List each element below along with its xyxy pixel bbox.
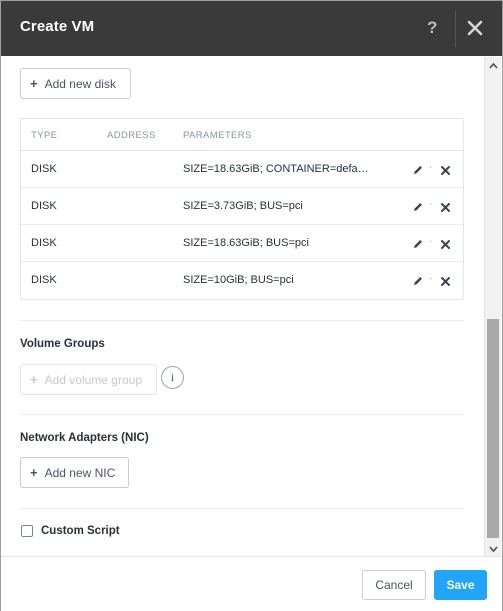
pencil-icon[interactable] [412, 200, 424, 212]
add-nic-button[interactable]: + Add new NIC [20, 457, 129, 488]
disk-parameters: SIZE=18.63GiB; BUS=pci [183, 237, 309, 249]
disk-type: DISK [31, 163, 57, 175]
scroll-up-icon[interactable] [485, 59, 502, 71]
info-icon[interactable]: i [161, 366, 184, 389]
action-separator: · [429, 199, 433, 210]
dialog-title: Create VM [20, 18, 95, 35]
scroll-down-icon[interactable] [485, 542, 502, 554]
plus-icon: + [30, 465, 38, 480]
pencil-icon[interactable] [412, 274, 424, 286]
close-icon[interactable] [465, 18, 485, 38]
table-row: DISK SIZE=3.73GiB; BUS=pci · [21, 188, 463, 225]
add-volume-group-button[interactable]: + Add volume group [20, 364, 157, 395]
section-divider [20, 414, 464, 415]
action-separator: · [429, 236, 433, 247]
dialog-footer: Cancel Save [1, 556, 502, 611]
add-volume-group-label: Add volume group [44, 372, 142, 387]
plus-icon: + [30, 372, 38, 387]
close-icon[interactable] [440, 200, 451, 212]
disk-parameters: SIZE=3.73GiB; BUS=pci [183, 200, 303, 212]
titlebar-divider [455, 11, 456, 47]
create-vm-dialog: Create VM ? + Add new disk TYPE ADDRESS … [0, 0, 503, 611]
volume-groups-title: Volume Groups [20, 338, 105, 350]
section-divider [20, 320, 464, 321]
disk-type: DISK [31, 200, 57, 212]
column-header-parameters: PARAMETERS [183, 130, 252, 141]
close-icon[interactable] [440, 163, 451, 175]
disk-table-header: TYPE ADDRESS PARAMETERS [21, 119, 463, 151]
cancel-button[interactable]: Cancel [362, 570, 426, 600]
content-scrollbar[interactable] [484, 57, 501, 556]
disk-type: DISK [31, 274, 57, 286]
disk-type: DISK [31, 237, 57, 249]
save-button[interactable]: Save [434, 570, 487, 600]
disk-parameters: SIZE=10GiB; BUS=pci [183, 274, 294, 286]
disk-table: TYPE ADDRESS PARAMETERS DISK SIZE=18.63G… [20, 118, 464, 300]
dialog-content: + Add new disk TYPE ADDRESS PARAMETERS D… [1, 57, 484, 555]
add-disk-button[interactable]: + Add new disk [20, 68, 131, 99]
help-icon[interactable]: ? [427, 18, 441, 38]
disk-parameters: SIZE=18.63GiB; CONTAINER=default-contain… [183, 163, 373, 175]
section-divider [20, 508, 464, 509]
network-adapters-title: Network Adapters (NIC) [20, 432, 149, 444]
plus-icon: + [30, 76, 38, 91]
custom-script-checkbox[interactable] [21, 525, 33, 537]
action-separator: · [429, 273, 433, 284]
add-disk-label: Add new disk [44, 76, 116, 91]
scrollbar-thumb[interactable] [487, 319, 499, 538]
table-row: DISK SIZE=18.63GiB; BUS=pci · [21, 225, 463, 262]
close-icon[interactable] [440, 274, 451, 286]
action-separator: · [429, 162, 433, 173]
column-header-address: ADDRESS [107, 130, 156, 141]
close-icon[interactable] [440, 237, 451, 249]
add-nic-label: Add new NIC [44, 465, 116, 480]
dialog-titlebar: Create VM ? [1, 1, 502, 56]
table-row: DISK SIZE=18.63GiB; CONTAINER=default-co… [21, 151, 463, 188]
pencil-icon[interactable] [412, 237, 424, 249]
table-row: DISK SIZE=10GiB; BUS=pci · [21, 262, 463, 299]
column-header-type: TYPE [31, 130, 58, 141]
pencil-icon[interactable] [412, 163, 424, 175]
custom-script-label: Custom Script [41, 525, 120, 537]
